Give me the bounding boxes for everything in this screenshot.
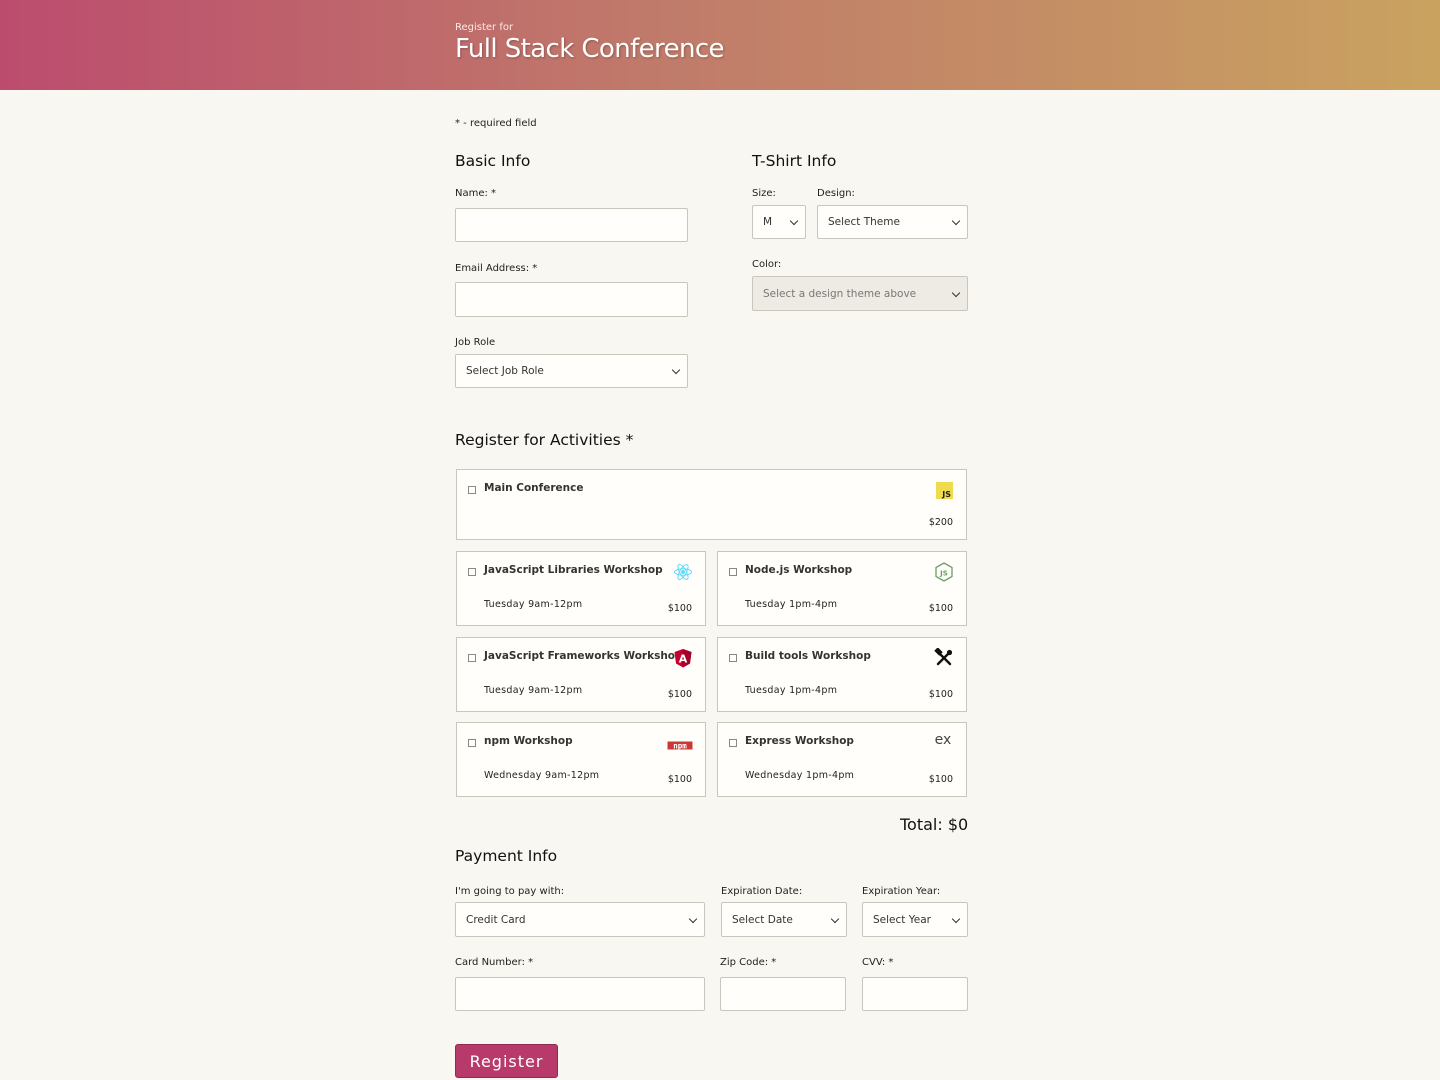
activity-price: $100 bbox=[928, 774, 953, 785]
chevron-down-icon bbox=[789, 216, 799, 226]
total-cost: Total: $0 bbox=[900, 815, 969, 834]
chevron-down-icon bbox=[688, 914, 698, 923]
react-icon bbox=[673, 562, 693, 582]
size-value: M bbox=[763, 216, 773, 228]
pay-with-label: I'm going to pay with: bbox=[455, 886, 565, 897]
activity-price: $100 bbox=[667, 603, 692, 614]
build-tools-checkbox[interactable] bbox=[729, 654, 737, 662]
activity-card-nodejs[interactable]: Node.js Workshop Tuesday 1pm-4pm $100 JS bbox=[717, 551, 967, 626]
activity-name: Build tools Workshop bbox=[745, 650, 871, 662]
activity-name: Main Conference bbox=[484, 482, 584, 494]
job-role-value: Select Job Role bbox=[466, 365, 544, 377]
activity-card-main-conference[interactable]: Main Conference JS $200 bbox=[456, 469, 967, 540]
activity-time: Tuesday 9am-12pm bbox=[484, 599, 583, 610]
activity-price: $100 bbox=[667, 774, 692, 785]
npm-icon: npm bbox=[667, 737, 693, 751]
card-number-input[interactable] bbox=[455, 977, 705, 1011]
name-label: Name: * bbox=[455, 188, 497, 199]
activity-price: $100 bbox=[928, 603, 953, 614]
email-label: Email Address: * bbox=[455, 263, 538, 274]
job-role-label: Job Role bbox=[455, 337, 496, 348]
activity-name: JavaScript Libraries Workshop bbox=[484, 564, 663, 576]
activity-card-build-tools[interactable]: Build tools Workshop Tuesday 1pm-4pm $10… bbox=[717, 637, 967, 712]
chevron-down-icon bbox=[951, 914, 961, 923]
activity-time: Wednesday 1pm-4pm bbox=[745, 770, 855, 781]
activity-price: $200 bbox=[928, 517, 953, 528]
main-conference-checkbox[interactable] bbox=[468, 486, 476, 494]
exp-year-select[interactable]: Select Year bbox=[862, 902, 968, 937]
card-number-label: Card Number: * bbox=[455, 957, 534, 968]
svg-text:npm: npm bbox=[673, 742, 687, 751]
chevron-down-icon bbox=[951, 288, 961, 297]
exp-year-label: Expiration Year: bbox=[862, 886, 941, 897]
js-icon: JS bbox=[936, 482, 953, 499]
activity-name: Node.js Workshop bbox=[745, 564, 853, 576]
page-title: Full Stack Conference bbox=[455, 34, 725, 64]
job-role-select[interactable]: Select Job Role bbox=[455, 354, 688, 388]
payment-method-select[interactable]: Credit Card bbox=[455, 902, 705, 937]
activity-time: Tuesday 1pm-4pm bbox=[745, 685, 838, 696]
express-checkbox[interactable] bbox=[729, 739, 737, 747]
chevron-down-icon bbox=[951, 216, 961, 226]
design-select[interactable]: Select Theme bbox=[817, 205, 968, 239]
chevron-down-icon bbox=[671, 365, 681, 375]
zip-input[interactable] bbox=[720, 977, 846, 1011]
color-label: Color: bbox=[752, 259, 782, 270]
activity-time: Tuesday 1pm-4pm bbox=[745, 599, 838, 610]
exp-date-select[interactable]: Select Date bbox=[721, 902, 847, 937]
payment-method-value: Credit Card bbox=[466, 913, 526, 926]
cvv-input[interactable] bbox=[862, 977, 968, 1011]
exp-date-value: Select Date bbox=[732, 913, 793, 926]
tools-icon bbox=[934, 647, 954, 668]
nodejs-checkbox[interactable] bbox=[729, 568, 737, 576]
required-note: * - required field bbox=[455, 118, 537, 129]
activities-heading: Register for Activities * bbox=[455, 431, 634, 449]
svg-text:ex: ex bbox=[935, 732, 952, 748]
activity-card-js-frameworks[interactable]: JavaScript Frameworks Workshop Tuesday 9… bbox=[456, 637, 706, 712]
nodejs-icon: JS bbox=[934, 562, 954, 582]
exp-date-label: Expiration Date: bbox=[721, 886, 803, 897]
activity-time: Tuesday 9am-12pm bbox=[484, 685, 583, 696]
email-input[interactable] bbox=[455, 282, 688, 317]
size-label: Size: bbox=[752, 188, 776, 199]
name-input[interactable] bbox=[455, 208, 688, 242]
activity-name: npm Workshop bbox=[484, 735, 573, 747]
activity-name: JavaScript Frameworks Workshop bbox=[484, 650, 683, 662]
payment-info-heading: Payment Info bbox=[455, 847, 558, 865]
design-value: Select Theme bbox=[828, 216, 900, 228]
design-label: Design: bbox=[817, 188, 855, 199]
svg-text:A: A bbox=[679, 653, 688, 666]
color-select[interactable]: Select a design theme above bbox=[752, 276, 968, 311]
activity-price: $100 bbox=[667, 689, 692, 700]
activity-card-express[interactable]: Express Workshop Wednesday 1pm-4pm $100 … bbox=[717, 722, 967, 797]
exp-year-value: Select Year bbox=[873, 913, 931, 926]
size-select[interactable]: M bbox=[752, 205, 806, 239]
chevron-down-icon bbox=[830, 914, 840, 923]
activity-price: $100 bbox=[928, 689, 953, 700]
js-frameworks-checkbox[interactable] bbox=[468, 654, 476, 662]
js-libraries-checkbox[interactable] bbox=[468, 568, 476, 576]
activity-name: Express Workshop bbox=[745, 735, 854, 747]
svg-text:JS: JS bbox=[939, 570, 948, 578]
activity-time: Wednesday 9am-12pm bbox=[484, 770, 600, 781]
npm-checkbox[interactable] bbox=[468, 739, 476, 747]
tshirt-info-heading: T-Shirt Info bbox=[752, 152, 837, 170]
activity-card-js-libraries[interactable]: JavaScript Libraries Workshop Tuesday 9a… bbox=[456, 551, 706, 626]
color-value: Select a design theme above bbox=[763, 287, 917, 300]
header-subtitle: Register for bbox=[455, 22, 514, 33]
svg-text:JS: JS bbox=[941, 490, 951, 499]
page-header: Register for Full Stack Conference bbox=[0, 0, 1440, 90]
zip-label: Zip Code: * bbox=[720, 957, 777, 968]
express-icon: ex bbox=[932, 730, 954, 748]
activity-card-npm[interactable]: npm Workshop Wednesday 9am-12pm $100 npm bbox=[456, 722, 706, 797]
angular-icon: A bbox=[673, 648, 693, 668]
cvv-label: CVV: * bbox=[862, 957, 894, 968]
register-button[interactable]: Register bbox=[455, 1044, 558, 1078]
basic-info-heading: Basic Info bbox=[455, 152, 531, 170]
